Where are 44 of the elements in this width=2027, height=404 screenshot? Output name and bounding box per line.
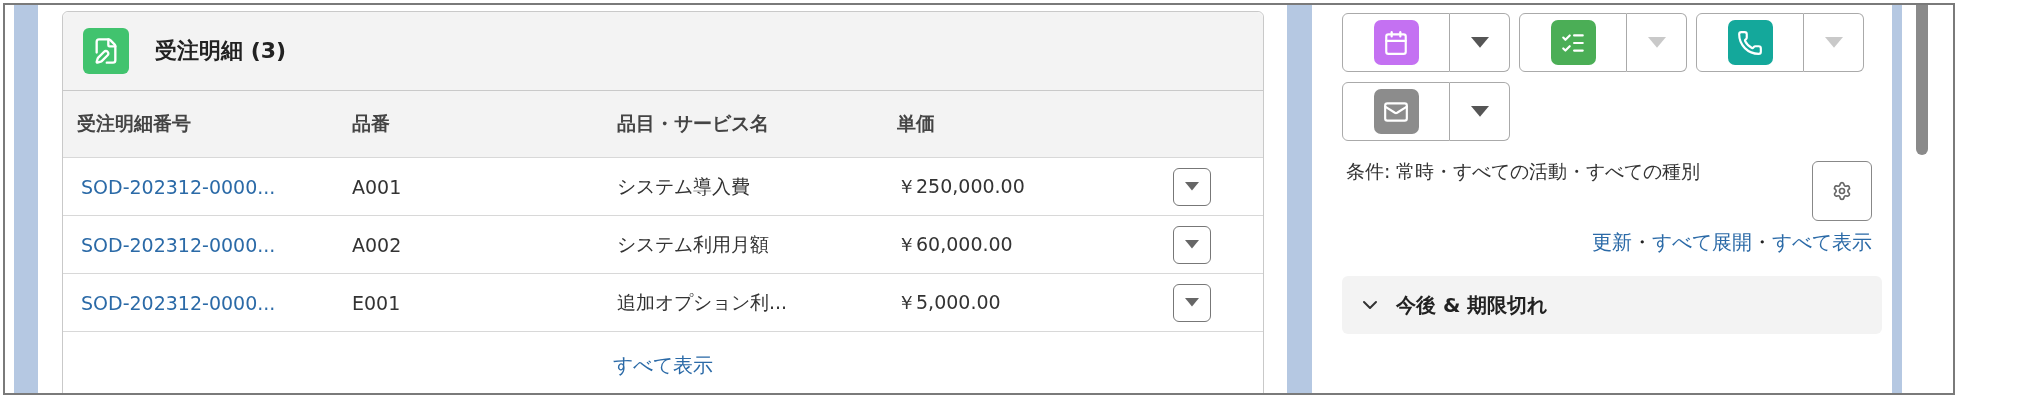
- section-header[interactable]: 今後 & 期限切れ: [1342, 276, 1882, 334]
- caret-icon: [1824, 37, 1843, 48]
- caret-icon: [1185, 240, 1199, 249]
- separator: ・: [1752, 229, 1772, 256]
- row-menu-button[interactable]: [1173, 167, 1211, 206]
- table-cell-text: システム導入費: [616, 173, 750, 199]
- column-header: 受注明細番号: [76, 111, 191, 136]
- caret-icon: [1185, 298, 1199, 307]
- action-button[interactable]: [1696, 13, 1804, 72]
- row-menu-button[interactable]: [1173, 225, 1211, 264]
- action-link[interactable]: すべて表示: [1772, 229, 1872, 256]
- column-header: 品目・サービス名: [616, 111, 769, 136]
- filter-text: 条件: 常時・すべての活動・すべての種別: [1345, 159, 1702, 184]
- action-link[interactable]: 更新: [1592, 229, 1632, 256]
- table-cell-text: システム利用月額: [616, 231, 769, 257]
- record-link[interactable]: SOD-202312-0000...: [63, 175, 276, 198]
- separator: ・: [1632, 229, 1652, 256]
- dropdown-button[interactable]: [1450, 82, 1510, 141]
- table-cell-text: 追加オプション利...: [616, 289, 788, 315]
- table-cell-text: ￥60,000.00: [896, 231, 1013, 257]
- card-title: 受注明細 (3): [155, 37, 287, 65]
- action-button[interactable]: [1342, 82, 1450, 141]
- column-header: 品番: [351, 111, 390, 136]
- row-menu-button[interactable]: [1173, 283, 1211, 322]
- caret-icon: [1647, 37, 1666, 48]
- column-header: 単価: [896, 111, 935, 136]
- record-link[interactable]: SOD-202312-0000...: [63, 291, 276, 314]
- record-link[interactable]: SOD-202312-0000...: [63, 233, 276, 256]
- settings-icon: [1832, 181, 1852, 201]
- settings-button[interactable]: [1812, 161, 1872, 221]
- action-link[interactable]: すべて展開: [1652, 229, 1752, 256]
- view-all-link[interactable]: すべて表示: [613, 352, 713, 379]
- table-cell-text: A002: [351, 233, 402, 256]
- caret-icon: [1470, 37, 1489, 48]
- table-cell-text: ￥5,000.00: [896, 289, 1001, 315]
- document-pen-icon: [83, 28, 129, 74]
- scrollbar[interactable]: [1916, 5, 1928, 155]
- table-cell-text: E001: [351, 291, 401, 314]
- caret-icon: [1470, 106, 1489, 117]
- table-cell-text: A001: [351, 175, 402, 198]
- action-button[interactable]: [1519, 13, 1627, 72]
- dropdown-button[interactable]: [1450, 13, 1510, 72]
- table-cell-text: ￥250,000.00: [896, 173, 1025, 199]
- caret-icon: [1185, 182, 1199, 191]
